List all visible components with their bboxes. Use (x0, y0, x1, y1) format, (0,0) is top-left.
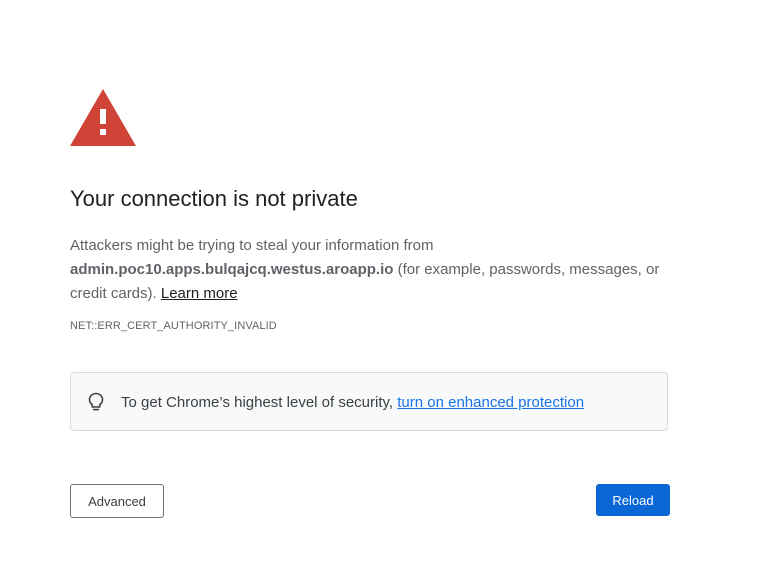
learn-more-link[interactable]: Learn more (161, 285, 238, 302)
reload-button[interactable]: Reload (596, 484, 670, 516)
warning-triangle-icon (70, 89, 136, 146)
error-message: Attackers might be trying to steal your … (70, 234, 670, 306)
enhanced-protection-text: To get Chrome’s highest level of securit… (121, 394, 584, 411)
host-name: admin.poc10.apps.bulqajcq.westus.aroapp.… (70, 261, 394, 278)
lightbulb-icon (88, 392, 104, 411)
page-title: Your connection is not private (70, 186, 358, 211)
interstitial-page: Your connection is not private Attackers… (0, 0, 779, 583)
error-code: NET::ERR_CERT_AUTHORITY_INVALID (70, 320, 277, 332)
enhanced-protection-box: To get Chrome’s highest level of securit… (70, 372, 668, 431)
enhanced-protection-link[interactable]: turn on enhanced protection (397, 394, 584, 411)
advanced-button[interactable]: Advanced (70, 484, 164, 518)
enhanced-protection-prefix: To get Chrome’s highest level of securit… (121, 394, 398, 411)
message-prefix: Attackers might be trying to steal your … (70, 237, 434, 254)
